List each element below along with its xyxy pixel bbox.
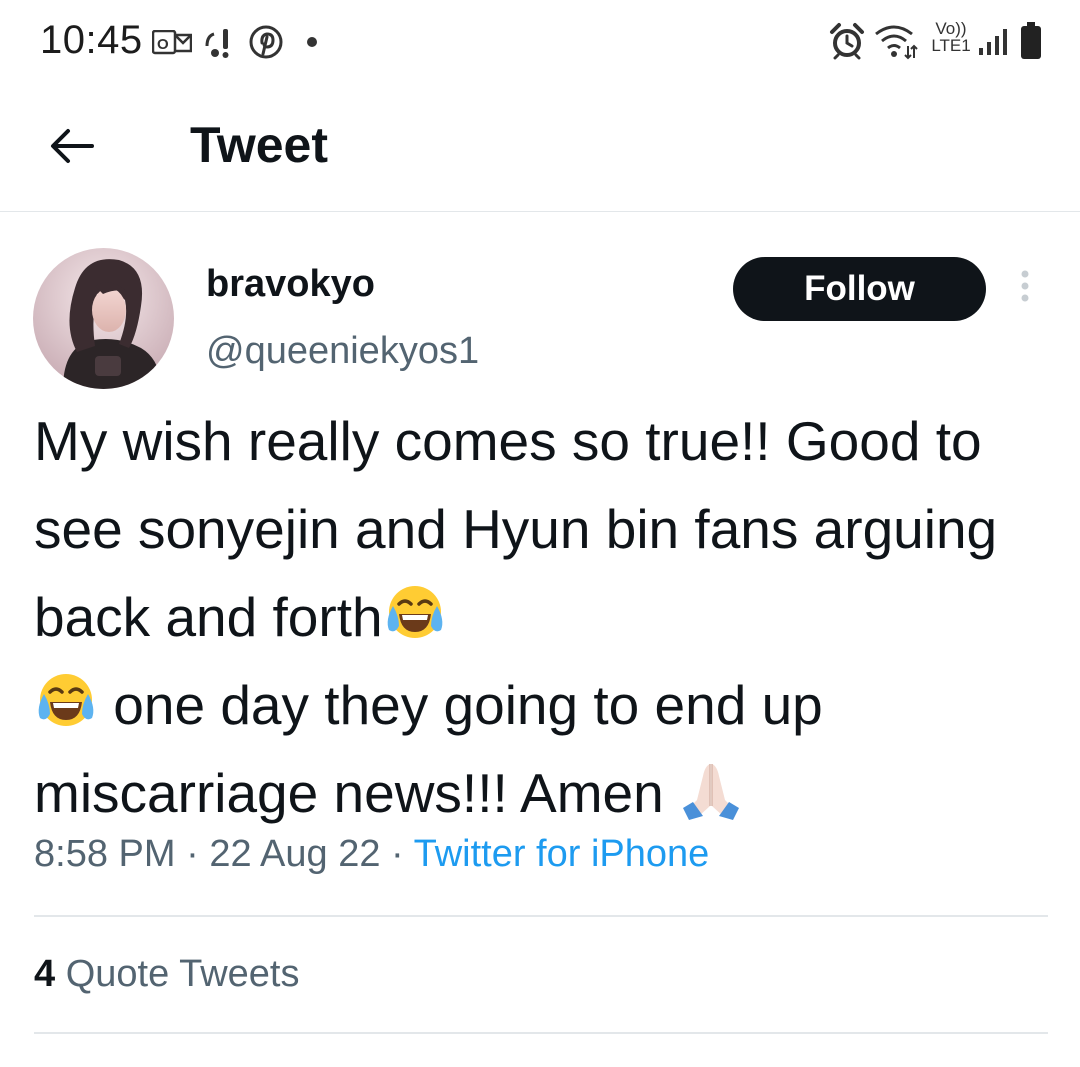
outlook-icon: O [152,30,192,55]
avatar[interactable] [33,248,174,389]
tweet-date: 22 Aug 22 [209,833,381,875]
dot-icon [307,37,317,47]
battery-icon [1021,22,1041,59]
status-time: 10:45 [40,18,143,62]
author-handle[interactable]: @queeniekyos1 [206,330,479,373]
app-bar: Tweet [0,84,1080,212]
tweet-source-link[interactable]: Twitter for iPhone [414,833,710,875]
more-options-button[interactable] [1005,262,1045,318]
pinterest-icon [249,25,283,59]
tears-of-joy-emoji [38,674,94,726]
network-label: Vo)) LTE1 [928,20,974,54]
tweet-text-part-1: My wish really comes so true!! Good to s… [34,410,998,648]
quote-count: 4 [34,953,56,995]
wifi-icon [875,25,918,60]
tweet-text: My wish really comes so true!! Good to s… [34,397,1054,837]
divider [34,1032,1048,1034]
back-button[interactable] [40,114,104,178]
quote-tweets-link[interactable]: 4 Quote Tweets [34,953,299,996]
alert-icon [205,29,229,58]
tweet-time: 8:58 PM [34,833,176,875]
signal-icon [979,29,1007,55]
meta-separator: · [175,833,210,875]
more-vertical-icon [1021,270,1029,302]
follow-button[interactable]: Follow [733,257,986,321]
page-title: Tweet [190,117,328,173]
tears-of-joy-emoji [387,586,442,638]
tweet-detail-screen: 10:45 O Vo)) LTE1 Tweet bravokyo @queeni… [0,0,1080,1067]
folded-hands-emoji [682,764,739,820]
lte-label: LTE1 [931,36,971,55]
meta-separator: · [380,833,414,875]
quote-label: Quote Tweets [55,953,300,995]
divider [34,915,1048,917]
arrow-left-icon [51,129,94,163]
author-display-name[interactable]: bravokyo [206,263,375,306]
profile-photo [33,248,174,389]
status-bar: 10:45 O Vo)) LTE1 [0,0,1080,84]
svg-text:O: O [157,36,169,53]
tweet-meta: 8:58 PM · 22 Aug 22 · Twitter for iPhone [34,833,709,876]
alarm-icon [830,23,864,60]
volte-label: Vo)) [935,19,967,38]
